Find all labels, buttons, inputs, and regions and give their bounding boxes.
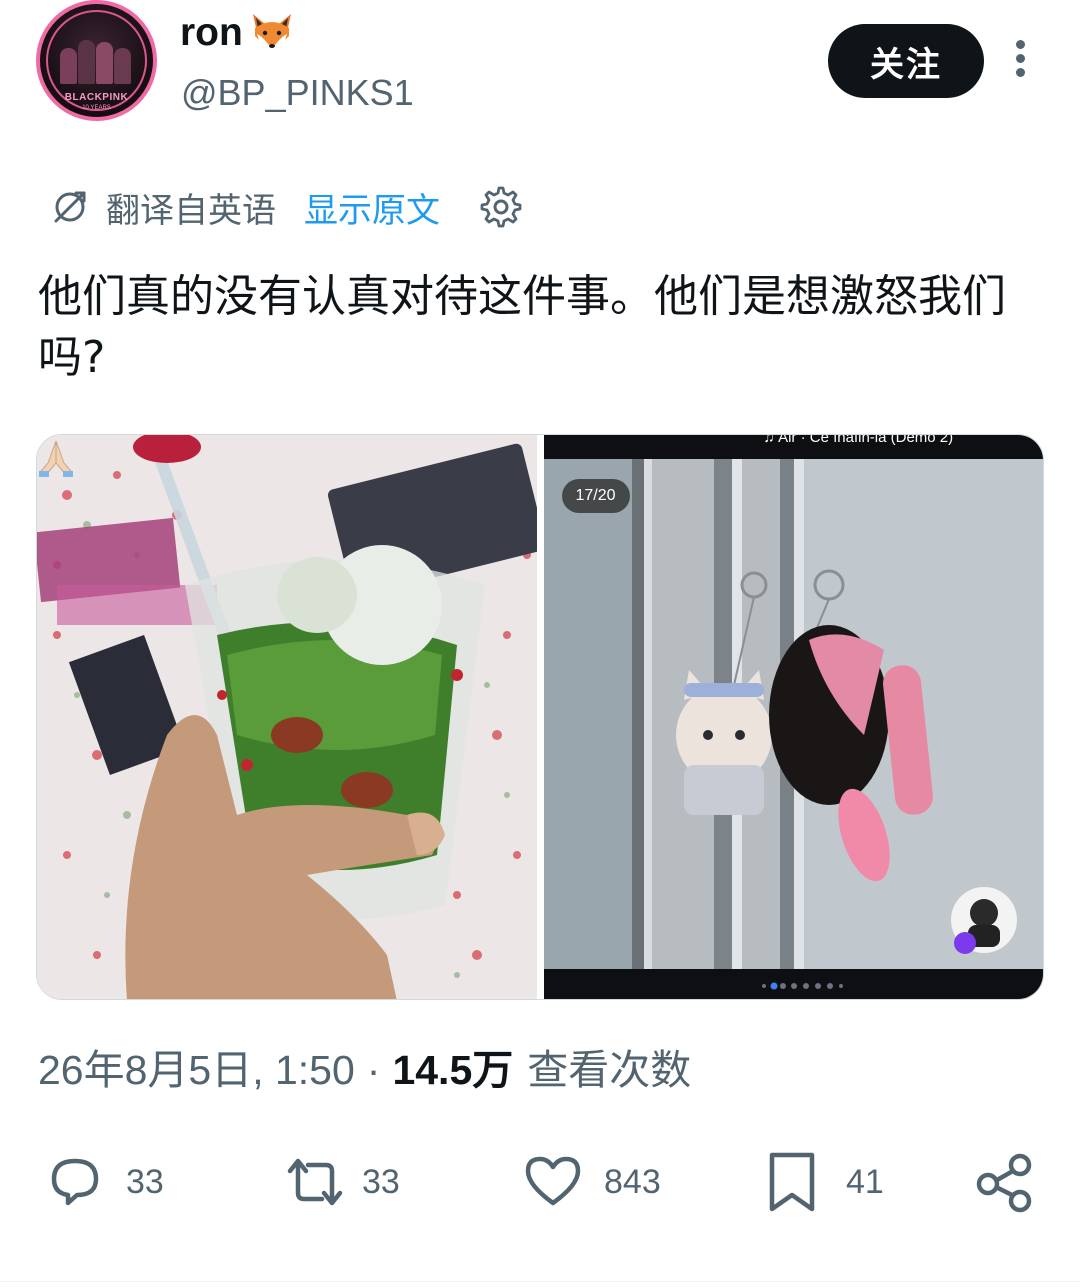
author-display-name[interactable]: ron — [180, 8, 297, 58]
avatar-figures — [60, 34, 134, 84]
gear-icon[interactable] — [480, 186, 522, 228]
tweet-meta: 26年8月5日, 1:50 · 14.5万 查看次数 — [38, 1036, 691, 1096]
repost-icon — [287, 1158, 343, 1206]
bookmark-count: 41 — [846, 1162, 884, 1201]
meta-separator: · — [366, 1047, 381, 1093]
reply-button[interactable]: 33 — [44, 1150, 164, 1214]
display-name-text: ron — [180, 11, 243, 54]
repost-count: 33 — [362, 1162, 400, 1201]
photo-counter: 17/20 — [561, 479, 630, 513]
show-original-link[interactable]: 显示原文 — [304, 183, 440, 232]
avatar-brand: BLACKPINK — [64, 92, 129, 103]
follow-button[interactable]: 关注 — [828, 24, 984, 98]
music-label: ♫ Air · Ce înafin-la (Demo 2) — [763, 435, 954, 446]
tweet-text: 他们真的没有认真对待这件事。他们是想激怒我们吗? — [38, 271, 1006, 383]
translated-from-label: 翻译自英语 — [106, 190, 276, 231]
tweet-timestamp[interactable]: 26年8月5日, 1:50 — [38, 1036, 355, 1096]
view-count-label: 查看次数 — [527, 1046, 692, 1094]
reply-count: 33 — [126, 1162, 164, 1201]
view-count: 14.5万 — [392, 1047, 514, 1093]
like-icon — [525, 1156, 581, 1206]
share-button[interactable] — [974, 1150, 1036, 1214]
bookmark-button[interactable]: 41 — [762, 1150, 884, 1214]
photo-matcha[interactable] — [37, 435, 537, 999]
translation-bar: 翻译自英语 显示原文 — [50, 182, 522, 232]
bookmark-icon — [769, 1152, 815, 1212]
avatar-sub: 10 YEARS — [82, 105, 111, 111]
author-avatar[interactable]: BLACKPINK 10 YEARS — [36, 0, 157, 121]
repost-button[interactable]: 33 — [280, 1150, 400, 1214]
matcha-photo-art — [37, 435, 537, 999]
more-dots-icon[interactable] — [1008, 40, 1032, 84]
like-button[interactable]: 843 — [522, 1150, 661, 1214]
divider — [0, 1281, 1080, 1282]
like-count: 843 — [604, 1162, 661, 1201]
photo-keychains[interactable]: ♫ Air · Ce înafin-la (Demo 2) 17/20 — [543, 435, 1043, 999]
media-grid: ♫ Air · Ce înafin-la (Demo 2) 17/20 — [36, 434, 1044, 1000]
author-handle[interactable]: @BP_PINKS1 — [181, 72, 414, 114]
pray-emoji — [39, 440, 73, 477]
keychain-photo-art — [543, 435, 1043, 999]
reply-icon — [51, 1158, 99, 1206]
fox-emoji — [252, 14, 291, 50]
share-icon — [976, 1153, 1032, 1213]
translate-icon — [54, 191, 86, 223]
